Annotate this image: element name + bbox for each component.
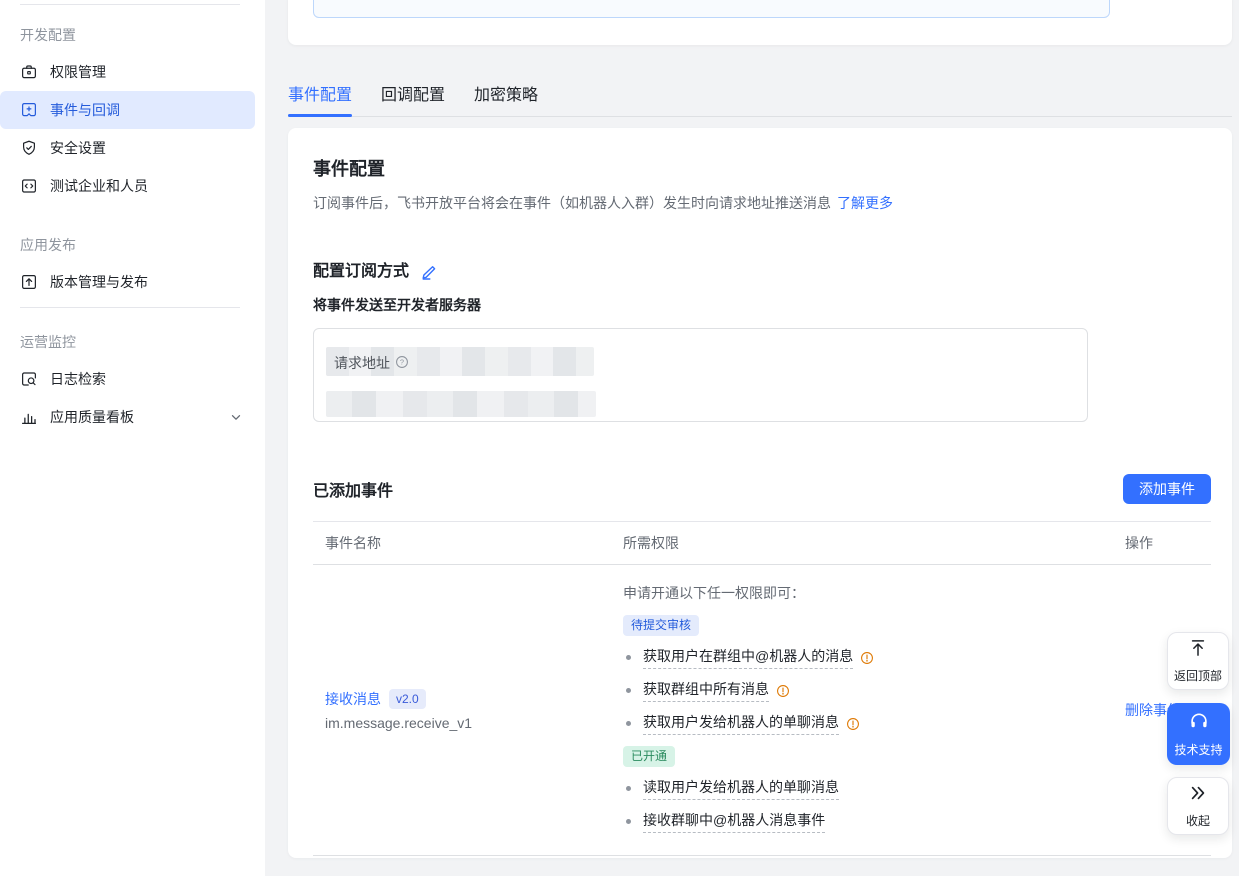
permissions-cell: 申请开通以下任一权限即可： 待提交审核 获取用户在群组中@机器人的消息 [623, 565, 1125, 855]
page-description: 订阅事件后，飞书开放平台将会在事件（如机器人入群）发生时向请求地址推送消息了解更… [313, 193, 1211, 213]
headset-icon [1188, 710, 1210, 735]
learn-more-link[interactable]: 了解更多 [837, 195, 893, 211]
events-table: 事件名称 所需权限 操作 接收消息 v2.0 im.message.receiv… [313, 521, 1211, 856]
table-row: 接收消息 v2.0 im.message.receive_v1 申请开通以下任一… [313, 565, 1211, 856]
events-table-header: 事件名称 所需权限 操作 [313, 521, 1211, 565]
request-url-label-text: 请求地址 [334, 353, 390, 373]
tab-callback-config[interactable]: 回调配置 [381, 75, 445, 116]
sidebar-item-label: 日志检索 [50, 369, 106, 389]
send-to-developer-server-label: 将事件发送至开发者服务器 [313, 295, 1211, 315]
svg-text:?: ? [400, 357, 404, 366]
content-area: 事件配置 回调配置 加密策略 事件配置 订阅事件后，飞书开放平台将会在事件（如机… [265, 0, 1239, 876]
back-to-top-label: 返回顶部 [1174, 667, 1222, 684]
bar-chart-icon [20, 408, 38, 426]
column-header-permissions: 所需权限 [623, 533, 1125, 553]
permission-item: 获取用户在群组中@机器人的消息 [623, 646, 1125, 669]
bullet-dot [626, 819, 631, 824]
double-chevron-right-icon [1188, 783, 1208, 806]
chevron-down-icon[interactable] [229, 410, 243, 424]
sidebar-item-label: 安全设置 [50, 138, 106, 158]
tab-event-config[interactable]: 事件配置 [288, 75, 352, 116]
subscribe-mode-title: 配置订阅方式 [313, 261, 409, 283]
sidebar-item-label: 事件与回调 [50, 100, 120, 120]
previous-section-inner-box [313, 0, 1110, 18]
sidebar-section-app-release: 应用发布 [20, 233, 265, 257]
event-callback-icon [20, 101, 38, 119]
sidebar-divider [20, 307, 240, 308]
event-config-card: 事件配置 订阅事件后，飞书开放平台将会在事件（如机器人入群）发生时向请求地址推送… [288, 128, 1232, 858]
status-badge-pending: 待提交审核 [623, 615, 699, 636]
redacted-request-url [326, 391, 596, 417]
support-button[interactable]: 技术支持 [1167, 703, 1230, 765]
sidebar-item-label: 应用质量看板 [50, 407, 134, 427]
tab-encryption-policy[interactable]: 加密策略 [474, 75, 538, 116]
collapse-label: 收起 [1186, 812, 1210, 829]
page-title: 事件配置 [313, 158, 1211, 180]
tab-bar: 事件配置 回调配置 加密策略 [288, 75, 1232, 117]
sidebar: 开发配置 权限管理 事件与回调 安全设置 [0, 0, 265, 876]
sidebar-item-quality-dashboard[interactable]: 应用质量看板 [0, 398, 255, 436]
bullet-dot [626, 655, 631, 660]
upload-icon [20, 273, 38, 291]
subscribe-mode-heading: 配置订阅方式 [313, 261, 1211, 283]
briefcase-icon [20, 63, 38, 81]
column-header-action: 操作 [1125, 533, 1211, 553]
warning-icon[interactable] [860, 651, 874, 665]
warning-icon[interactable] [776, 684, 790, 698]
event-version-badge: v2.0 [389, 689, 426, 709]
sidebar-item-log-search[interactable]: 日志检索 [0, 360, 255, 398]
bullet-dot [626, 721, 631, 726]
sidebar-item-label: 测试企业和人员 [50, 176, 148, 196]
permission-item: 获取用户发给机器人的单聊消息 [623, 712, 1125, 735]
warning-icon[interactable] [846, 717, 860, 731]
status-badge-enabled: 已开通 [623, 746, 675, 767]
edit-pencil-icon[interactable] [420, 264, 436, 280]
add-event-button[interactable]: 添加事件 [1123, 474, 1211, 504]
sidebar-section-ops-monitor: 运营监控 [20, 330, 265, 354]
sidebar-item-test-company[interactable]: 测试企业和人员 [0, 167, 255, 205]
sidebar-item-version-release[interactable]: 版本管理与发布 [0, 263, 255, 301]
sidebar-item-permissions[interactable]: 权限管理 [0, 53, 255, 91]
permission-item: 接收群聊中@机器人消息事件 [623, 810, 1125, 833]
back-to-top-icon [1188, 638, 1208, 661]
permission-intro: 申请开通以下任一权限即可： [623, 583, 1125, 603]
column-header-event-name: 事件名称 [313, 533, 623, 553]
added-events-header: 已添加事件 添加事件 [313, 474, 1211, 504]
sidebar-item-security[interactable]: 安全设置 [0, 129, 255, 167]
collapse-button[interactable]: 收起 [1167, 777, 1229, 835]
request-url-box: 请求地址 ? [313, 328, 1088, 422]
sidebar-divider [20, 4, 240, 5]
support-label: 技术支持 [1174, 741, 1222, 758]
description-text: 订阅事件后，飞书开放平台将会在事件（如机器人入群）发生时向请求地址推送消息 [313, 195, 831, 211]
added-events-title: 已添加事件 [313, 477, 393, 501]
event-name-link[interactable]: 接收消息 [325, 689, 381, 709]
permission-link[interactable]: 获取群组中所有消息 [643, 679, 769, 702]
sidebar-section-dev-config: 开发配置 [20, 23, 265, 47]
request-url-label: 请求地址 ? [334, 353, 409, 373]
event-key: im.message.receive_v1 [325, 715, 623, 731]
permission-item: 获取群组中所有消息 [623, 679, 1125, 702]
bullet-dot [626, 786, 631, 791]
help-question-icon[interactable]: ? [395, 355, 409, 372]
code-icon [20, 177, 38, 195]
bullet-dot [626, 688, 631, 693]
permission-link[interactable]: 获取用户发给机器人的单聊消息 [643, 712, 839, 735]
back-to-top-button[interactable]: 返回顶部 [1167, 632, 1229, 690]
permission-link[interactable]: 读取用户发给机器人的单聊消息 [643, 777, 839, 800]
sidebar-item-label: 版本管理与发布 [50, 272, 148, 292]
previous-section-card [288, 0, 1232, 45]
log-search-icon [20, 370, 38, 388]
sidebar-item-events-callbacks[interactable]: 事件与回调 [0, 91, 255, 129]
permission-item: 读取用户发给机器人的单聊消息 [623, 777, 1125, 800]
event-name-cell: 接收消息 v2.0 im.message.receive_v1 [313, 689, 623, 731]
permission-link[interactable]: 获取用户在群组中@机器人的消息 [643, 646, 853, 669]
sidebar-item-label: 权限管理 [50, 62, 106, 82]
shield-check-icon [20, 139, 38, 157]
permission-link[interactable]: 接收群聊中@机器人消息事件 [643, 810, 825, 833]
